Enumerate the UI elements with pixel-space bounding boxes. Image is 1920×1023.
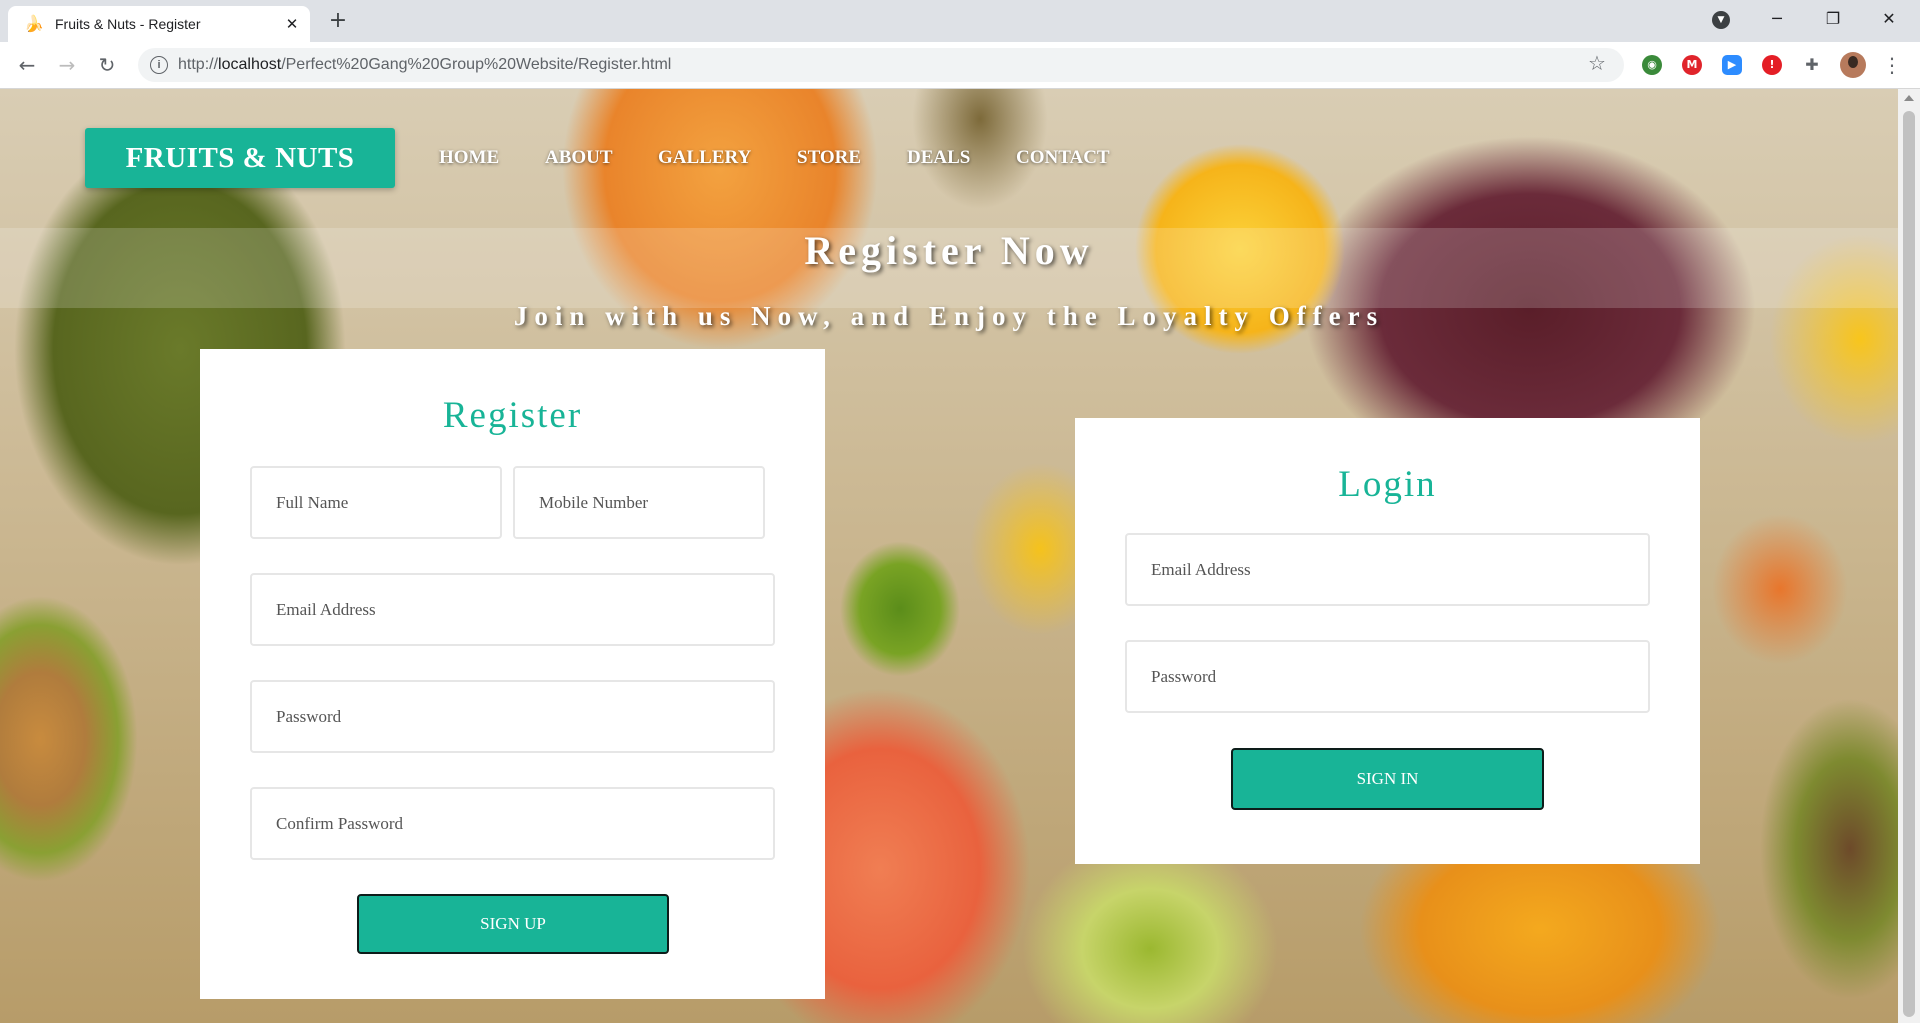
hero-subtitle: Join with us Now, and Enjoy the Loyalty … — [513, 301, 1385, 331]
page-scrollbar[interactable] — [1898, 89, 1920, 1023]
brand-logo[interactable]: FRUITS & NUTS — [85, 128, 395, 188]
nav-deals[interactable]: DEALS — [907, 147, 970, 169]
nav-store[interactable]: STORE — [797, 147, 861, 169]
login-email-input[interactable]: Email Address — [1125, 533, 1650, 606]
full-name-input[interactable]: Full Name — [250, 466, 502, 539]
login-password-input[interactable]: Password — [1125, 640, 1650, 713]
m-extension-icon[interactable]: M — [1682, 55, 1702, 75]
nav-about[interactable]: ABOUT — [545, 147, 613, 169]
login-title: Login — [1338, 464, 1437, 505]
sign-up-button[interactable]: SIGN UP — [357, 894, 669, 954]
confirm-password-input[interactable]: Confirm Password — [250, 787, 775, 860]
new-tab-icon[interactable]: + — [325, 8, 351, 34]
tab-close-icon[interactable]: ✕ — [282, 14, 302, 34]
site-info-icon[interactable]: i — [150, 56, 168, 74]
window-close-icon[interactable]: ✕ — [1866, 4, 1912, 34]
banana-favicon-icon: 🍌 — [24, 14, 44, 33]
scroll-up-arrow-icon[interactable] — [1904, 95, 1914, 101]
globe-extension-icon[interactable]: ◉ — [1642, 55, 1662, 75]
mobile-number-input[interactable]: Mobile Number — [513, 466, 765, 539]
browser-menu-icon[interactable]: ⋮ — [1882, 51, 1902, 79]
browser-tab[interactable]: 🍌 Fruits & Nuts - Register ✕ — [8, 6, 310, 42]
minimize-icon[interactable]: ─ — [1754, 4, 1800, 34]
address-bar[interactable]: i http://localhost/Perfect%20Gang%20Grou… — [138, 48, 1624, 82]
tab-search-icon[interactable]: ▼ — [1712, 11, 1730, 29]
video-extension-icon[interactable]: ▶ — [1722, 55, 1742, 75]
reload-icon[interactable]: ↻ — [92, 50, 122, 80]
red-extension-icon[interactable]: ! — [1762, 55, 1782, 75]
profile-avatar[interactable] — [1840, 52, 1866, 78]
puzzle-icon[interactable]: ✚ — [1802, 55, 1822, 75]
nav-contact[interactable]: CONTACT — [1016, 147, 1110, 169]
scroll-thumb[interactable] — [1903, 111, 1915, 1017]
register-card: Register Full Name Mobile Number Email A… — [200, 349, 825, 999]
browser-toolbar: ← → ↻ i http://localhost/Perfect%20Gang%… — [0, 42, 1920, 89]
back-icon[interactable]: ← — [12, 50, 42, 80]
forward-icon[interactable]: → — [52, 50, 82, 80]
restore-icon[interactable]: ❐ — [1810, 4, 1856, 34]
nav-gallery[interactable]: GALLERY — [658, 147, 751, 169]
register-title: Register — [442, 395, 583, 436]
hero-title: Register Now — [804, 228, 1094, 273]
register-password-input[interactable]: Password — [250, 680, 775, 753]
tab-title: Fruits & Nuts - Register — [55, 16, 201, 32]
login-card: Login Email Address Password SIGN IN — [1075, 418, 1700, 864]
sign-in-button[interactable]: SIGN IN — [1231, 748, 1544, 810]
url-text: http://localhost/Perfect%20Gang%20Group%… — [178, 56, 672, 73]
nav-home[interactable]: HOME — [439, 147, 499, 169]
page-viewport: FRUITS & NUTS HOME ABOUT GALLERY STORE D… — [0, 89, 1898, 1023]
browser-tab-strip: 🍌 Fruits & Nuts - Register ✕ + ▼ ─ ❐ ✕ — [0, 0, 1920, 42]
register-email-input[interactable]: Email Address — [250, 573, 775, 646]
bookmark-star-icon[interactable]: ☆ — [1588, 51, 1606, 75]
